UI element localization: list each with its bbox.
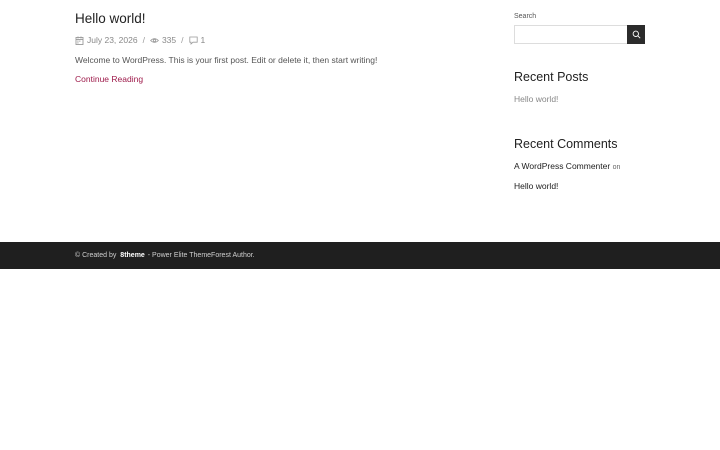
meta-separator: / <box>142 35 145 45</box>
search-widget: Search <box>514 12 645 44</box>
search-button[interactable] <box>627 25 645 44</box>
comment-author-link[interactable]: A WordPress Commenter <box>514 161 610 171</box>
meta-separator: / <box>181 35 184 45</box>
post-excerpt: Welcome to WordPress. This is your first… <box>75 55 378 65</box>
recent-posts-widget: Recent Posts Hello world! <box>514 69 645 105</box>
post-views: 335 <box>161 35 177 45</box>
comment-post-link[interactable]: Hello world! <box>514 180 645 192</box>
recent-comment-item: A WordPress Commenter on <box>514 160 645 174</box>
search-label: Search <box>514 13 537 20</box>
comment-connector: on <box>612 164 621 171</box>
recent-comments-title: Recent Comments <box>514 137 618 151</box>
post-date[interactable]: July 23, 2026 <box>87 34 138 46</box>
footer-suffix: - Power Elite ThemeForest Author. <box>147 252 255 259</box>
footer-prefix: © Created by <box>75 252 117 259</box>
recent-comments-widget: Recent Comments A WordPress Commenter on… <box>514 136 645 192</box>
sidebar: Search Recent Posts Hello world! Recent … <box>514 12 645 192</box>
post-comment-count[interactable]: 1 <box>201 34 206 46</box>
recent-posts-title: Recent Posts <box>514 70 589 84</box>
recent-post-link[interactable]: Hello world! <box>514 93 645 105</box>
calendar-icon <box>75 36 84 45</box>
continue-reading-link[interactable]: Continue Reading <box>75 73 143 85</box>
search-input[interactable] <box>514 25 627 44</box>
search-form <box>514 25 645 44</box>
post-title[interactable]: Hello world! <box>75 10 475 28</box>
page: Hello world! July 23, 2026 / 335 / 1 Wel… <box>0 0 720 450</box>
post-meta: July 23, 2026 / 335 / 1 <box>75 34 475 46</box>
footer-credit: © Created by 8theme - Power Elite ThemeF… <box>75 250 255 261</box>
comment-icon <box>188 36 198 45</box>
post: Hello world! July 23, 2026 / 335 / 1 Wel… <box>75 10 475 87</box>
footer: © Created by 8theme - Power Elite ThemeF… <box>0 242 720 269</box>
search-icon <box>632 30 641 39</box>
eye-icon <box>149 36 159 45</box>
main-content: Hello world! July 23, 2026 / 335 / 1 Wel… <box>75 10 475 87</box>
footer-brand-link[interactable]: 8theme <box>120 252 145 259</box>
